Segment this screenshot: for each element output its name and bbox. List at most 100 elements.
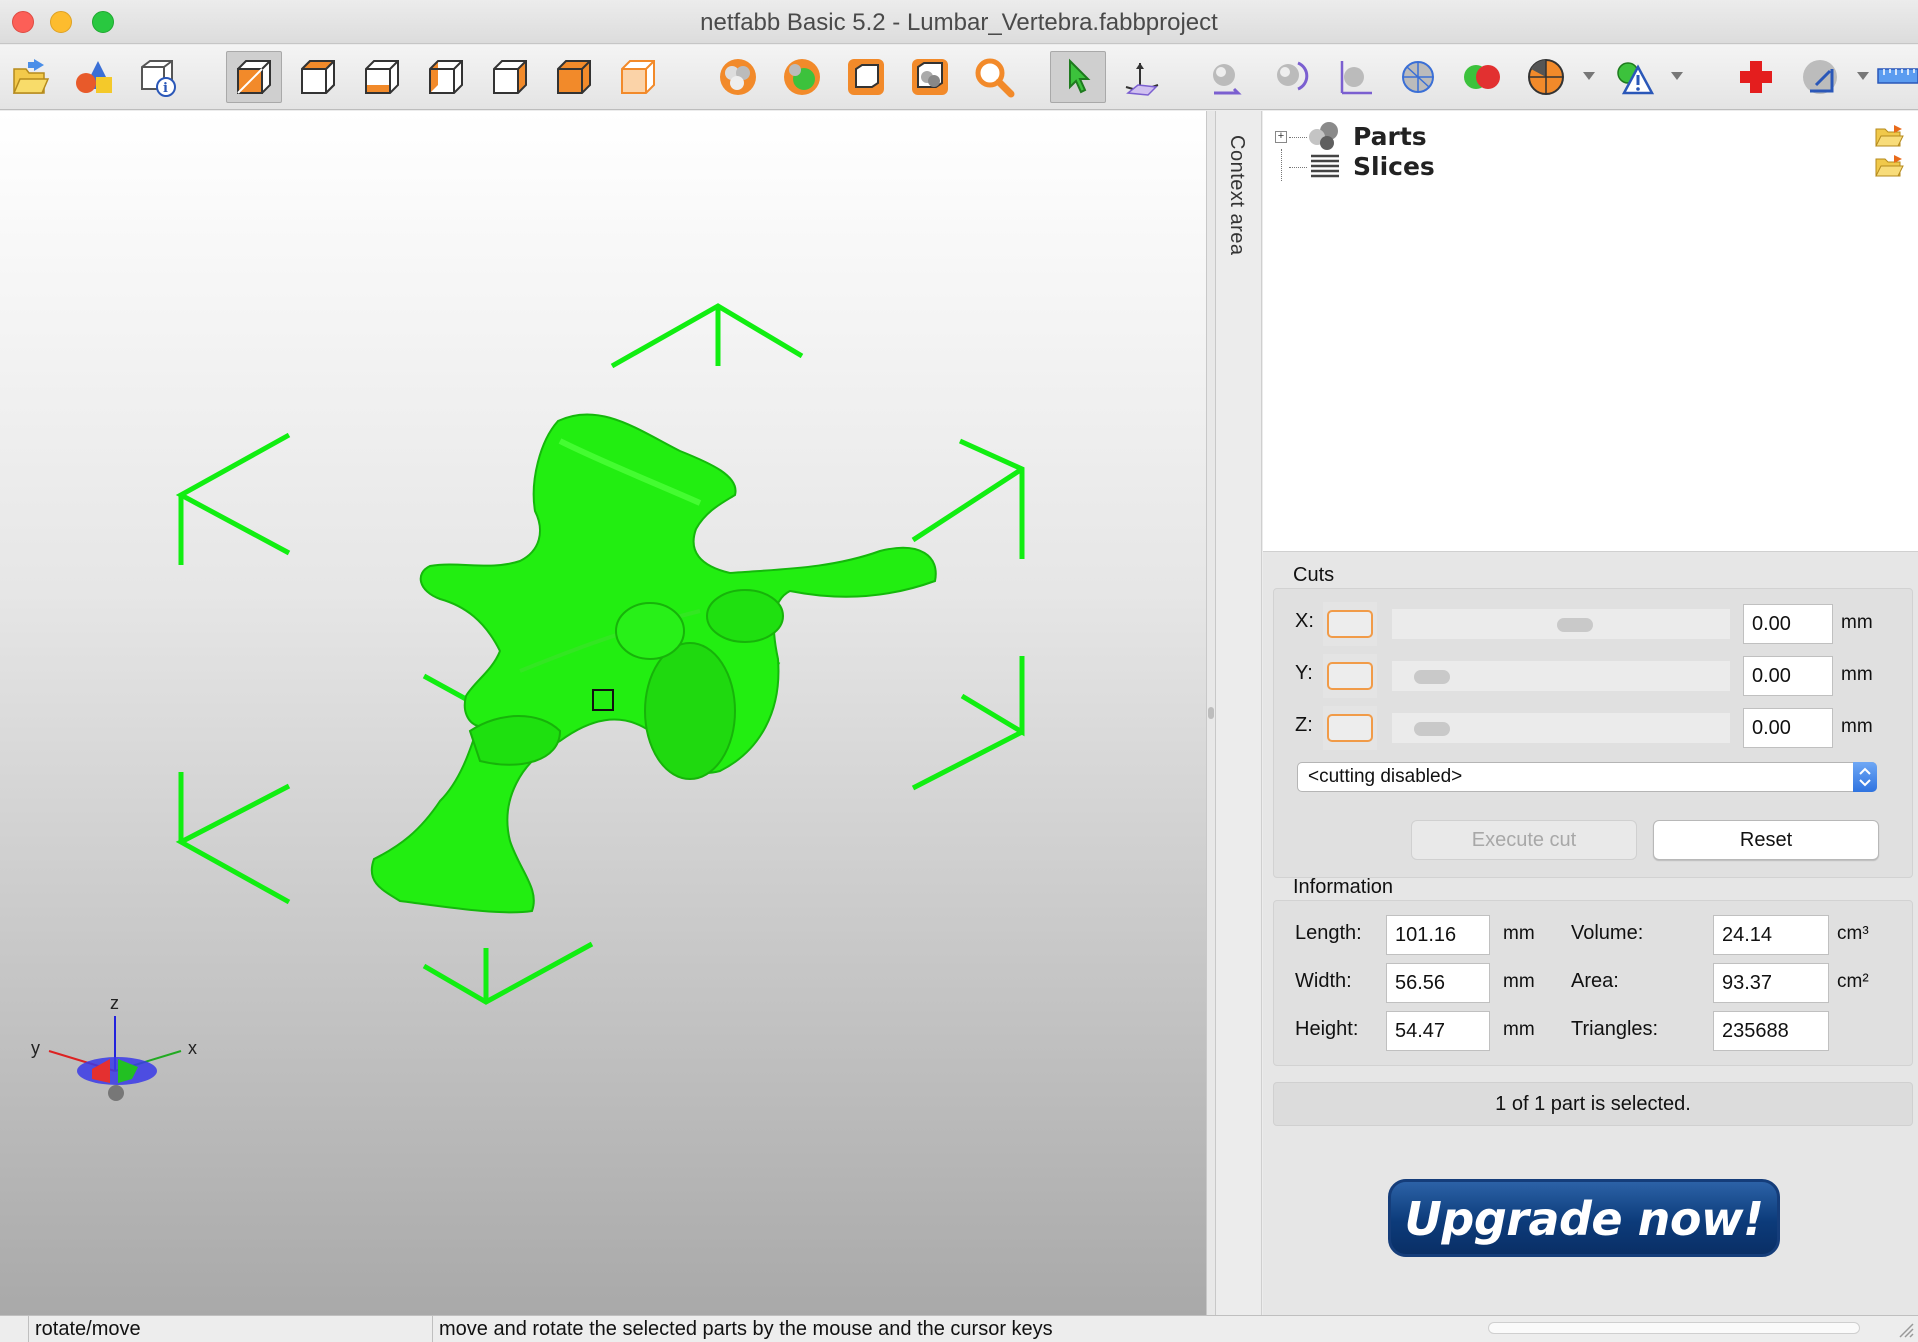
rotate-button[interactable] bbox=[1262, 51, 1318, 103]
cut-x-label: X: bbox=[1295, 610, 1314, 632]
cut-y-label: Y: bbox=[1295, 662, 1313, 684]
cut-x-slider[interactable] bbox=[1391, 608, 1731, 640]
app-window: netfabb Basic 5.2 - Lumbar_Vertebra.fabb… bbox=[0, 0, 1918, 1342]
upgrade-now-button[interactable]: Upgrade now! bbox=[1388, 1179, 1780, 1257]
measure-icon bbox=[1803, 60, 1837, 94]
panel-splitter[interactable] bbox=[1206, 111, 1216, 1315]
cut-y-toggle[interactable] bbox=[1327, 662, 1373, 690]
tree-label-slices: Slices bbox=[1353, 152, 1435, 181]
zoom-platform-button[interactable] bbox=[838, 51, 894, 103]
cut-z-slider-thumb[interactable] bbox=[1414, 722, 1451, 736]
vertebra-model[interactable] bbox=[370, 413, 937, 914]
warning-icon bbox=[1617, 62, 1655, 95]
spheres-icon bbox=[720, 59, 756, 95]
translate-button[interactable] bbox=[1198, 51, 1254, 103]
cut-y-slider[interactable] bbox=[1391, 660, 1731, 692]
view-right-button[interactable] bbox=[482, 51, 538, 103]
pie-icon bbox=[1528, 59, 1564, 95]
cut-y-toggle-wrap bbox=[1323, 654, 1377, 698]
reset-button[interactable]: Reset bbox=[1653, 820, 1879, 860]
open-folder-icon bbox=[12, 59, 50, 94]
ruler-icon bbox=[1877, 68, 1918, 84]
repair-dropdown-arrow[interactable] bbox=[1670, 69, 1684, 83]
open-project-button[interactable] bbox=[2, 51, 58, 103]
select-tool-button[interactable] bbox=[1050, 51, 1106, 103]
view-default-button[interactable] bbox=[226, 51, 282, 103]
selection-status: 1 of 1 part is selected. bbox=[1273, 1082, 1913, 1126]
execute-cut-button[interactable]: Execute cut bbox=[1411, 820, 1637, 860]
triangles-value: 235688 bbox=[1713, 1011, 1829, 1051]
magnifier-icon bbox=[975, 58, 1015, 98]
cut-x-slider-thumb[interactable] bbox=[1557, 618, 1594, 632]
repair-button[interactable] bbox=[1606, 51, 1662, 103]
zoom-all-button[interactable] bbox=[710, 51, 766, 103]
cut-x-value[interactable]: 0.00 bbox=[1743, 604, 1833, 644]
chevron-down-icon bbox=[1583, 72, 1595, 80]
title-bar: netfabb Basic 5.2 - Lumbar_Vertebra.fabb… bbox=[0, 0, 1918, 44]
expand-toggle[interactable]: + bbox=[1275, 131, 1287, 143]
properties-panel: Cuts X: 0.00 mm Y: 0.00 mm Z: 0.00 mm <c… bbox=[1263, 551, 1918, 1315]
part-info-button[interactable]: i bbox=[130, 51, 186, 103]
zoom-parts-button[interactable] bbox=[902, 51, 958, 103]
tree-label-parts: Parts bbox=[1353, 122, 1427, 151]
bbox-left-marker bbox=[175, 432, 291, 556]
scale-button[interactable] bbox=[1326, 51, 1382, 103]
sphere-rotate-icon bbox=[1277, 61, 1309, 91]
view-left-button[interactable] bbox=[418, 51, 474, 103]
status-scrollbar[interactable] bbox=[1488, 1322, 1860, 1334]
cut-z-toggle[interactable] bbox=[1327, 714, 1373, 742]
length-unit: mm bbox=[1503, 923, 1535, 944]
bbox-right-top-marker bbox=[958, 438, 1025, 559]
view-front-button[interactable] bbox=[290, 51, 346, 103]
zoom-tool-button[interactable] bbox=[966, 51, 1022, 103]
zoom-selected-button[interactable] bbox=[774, 51, 830, 103]
length-value: 101.16 bbox=[1386, 915, 1490, 955]
view-back-button[interactable] bbox=[354, 51, 410, 103]
move-tool-button[interactable] bbox=[1114, 51, 1170, 103]
open-folder-icon[interactable] bbox=[1874, 123, 1906, 149]
open-folder-icon[interactable] bbox=[1874, 153, 1906, 179]
cut-z-slider[interactable] bbox=[1391, 712, 1731, 744]
3d-viewport[interactable]: z y x bbox=[0, 111, 1206, 1315]
width-unit: mm bbox=[1503, 971, 1535, 992]
chevron-down-icon bbox=[1671, 72, 1683, 80]
bbox-bottom-left-marker bbox=[175, 783, 291, 905]
add-part-button[interactable] bbox=[66, 51, 122, 103]
cutting-mode-select[interactable]: <cutting disabled> bbox=[1297, 762, 1877, 792]
axis-label-y: y bbox=[31, 1038, 40, 1058]
splitter-handle[interactable] bbox=[1208, 707, 1214, 719]
height-label: Height: bbox=[1295, 1018, 1359, 1040]
cube-front-icon bbox=[301, 60, 335, 94]
length-label: Length: bbox=[1295, 922, 1362, 944]
cube-back-icon bbox=[365, 60, 399, 94]
tree-item-parts[interactable]: + Parts bbox=[1263, 119, 1918, 181]
mesh-button[interactable] bbox=[1390, 51, 1446, 103]
measure-button[interactable] bbox=[1792, 51, 1848, 103]
cut-y-slider-thumb[interactable] bbox=[1414, 670, 1451, 684]
resize-grip-icon[interactable] bbox=[1896, 1320, 1914, 1338]
new-repair-button[interactable] bbox=[1728, 51, 1784, 103]
viewport-scene: z y x bbox=[31, 303, 1025, 1101]
cut-y-unit: mm bbox=[1841, 664, 1873, 685]
ruler-button[interactable] bbox=[1874, 51, 1918, 103]
cut-x-toggle[interactable] bbox=[1327, 610, 1373, 638]
cursor-icon bbox=[1069, 58, 1091, 94]
view-top-button[interactable] bbox=[546, 51, 602, 103]
measure-dropdown-arrow[interactable] bbox=[1856, 69, 1870, 83]
axis-orientation-gizmo: z y x bbox=[31, 993, 197, 1101]
bbox-bottom-right-arm bbox=[911, 729, 1024, 791]
select-stepper[interactable] bbox=[1853, 762, 1877, 792]
view-bottom-button[interactable] bbox=[610, 51, 666, 103]
boolean-button[interactable] bbox=[1454, 51, 1510, 103]
cube-top-icon bbox=[557, 60, 591, 94]
cut-z-value[interactable]: 0.00 bbox=[1743, 708, 1833, 748]
cut-y-value[interactable]: 0.00 bbox=[1743, 656, 1833, 696]
tree-item-slices[interactable]: Slices bbox=[1263, 149, 1918, 183]
area-label: Area: bbox=[1571, 970, 1619, 992]
cut-x-toggle-wrap bbox=[1323, 602, 1377, 646]
context-area-tab[interactable]: Context area bbox=[1216, 111, 1262, 1315]
analysis-button[interactable] bbox=[1518, 51, 1574, 103]
chevron-updown-icon bbox=[1859, 767, 1871, 787]
sphere-green-icon bbox=[784, 59, 820, 95]
analysis-dropdown-arrow[interactable] bbox=[1582, 69, 1596, 83]
